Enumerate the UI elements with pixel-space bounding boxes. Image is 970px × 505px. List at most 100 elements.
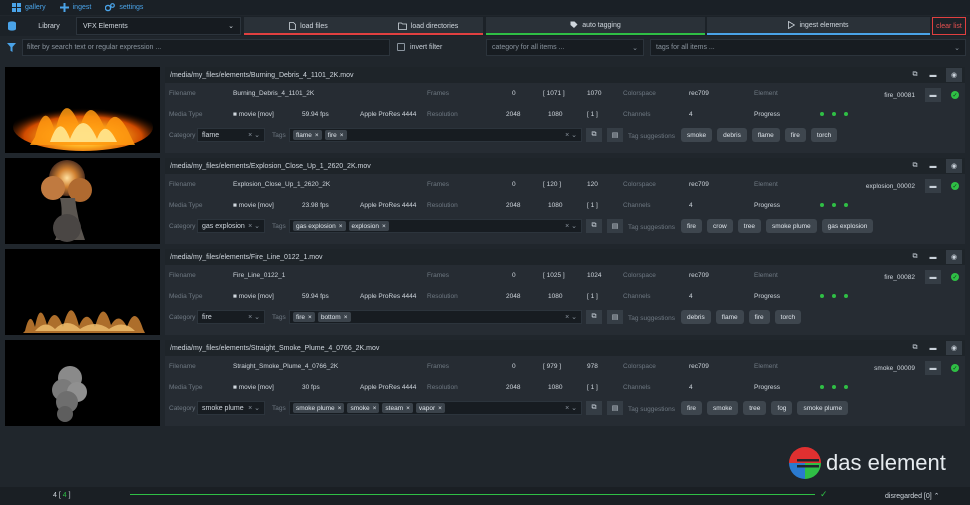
- tag-chip[interactable]: flame ×: [293, 130, 322, 140]
- open-folder-button[interactable]: ▬: [925, 341, 941, 355]
- paste-tags-button[interactable]: ▤: [607, 401, 623, 415]
- category-all-select[interactable]: category for all items ... ⌄: [486, 39, 644, 56]
- nav-gallery[interactable]: gallery: [12, 3, 46, 12]
- copy-button[interactable]: ⧉: [907, 250, 923, 264]
- nav-ingest[interactable]: ingest: [59, 3, 91, 12]
- tag-suggestion[interactable]: flame: [751, 128, 780, 142]
- tag-chip[interactable]: explosion ×: [348, 221, 389, 231]
- tag-suggestion[interactable]: crow: [707, 219, 733, 233]
- preview-button[interactable]: ◉: [946, 341, 962, 355]
- copy-tags-button[interactable]: ⧉: [586, 219, 602, 233]
- remove-tag-icon[interactable]: ×: [344, 314, 348, 321]
- filename-value[interactable]: Straight_Smoke_Plume_4_0766_2K: [233, 363, 338, 370]
- auto-tagging-button[interactable]: auto tagging: [486, 17, 705, 35]
- remove-tag-icon[interactable]: ×: [338, 405, 342, 412]
- category-select[interactable]: fire × ⌄: [197, 310, 265, 324]
- remove-tag-icon[interactable]: ×: [382, 223, 386, 230]
- tag-suggestion[interactable]: fog: [771, 401, 793, 415]
- invert-filter-checkbox[interactable]: [397, 43, 405, 51]
- thumbnail-fire-line[interactable]: [5, 249, 160, 335]
- preview-button[interactable]: ◉: [946, 68, 962, 82]
- clear-list-button[interactable]: clear list: [932, 17, 966, 35]
- tag-suggestion[interactable]: flame: [715, 310, 744, 324]
- tag-chip[interactable]: gas explosion ×: [293, 221, 346, 231]
- element-folder-button[interactable]: ▬: [925, 88, 941, 102]
- remove-tag-icon[interactable]: ×: [373, 405, 377, 412]
- remove-tag-icon[interactable]: ×: [315, 132, 319, 139]
- open-folder-button[interactable]: ▬: [925, 159, 941, 173]
- tags-input[interactable]: flame × fire × × ⌄: [289, 128, 582, 142]
- resolution-height: 1080: [548, 293, 563, 300]
- tag-suggestion[interactable]: gas explosion: [821, 219, 874, 233]
- tag-chip[interactable]: bottom ×: [317, 312, 351, 322]
- tag-suggestion[interactable]: fire: [681, 401, 703, 415]
- category-select[interactable]: flame × ⌄: [197, 128, 265, 142]
- tag-suggestion[interactable]: tree: [737, 219, 761, 233]
- tag-suggestion[interactable]: debris: [681, 310, 711, 324]
- tag-suggestion[interactable]: fire: [681, 219, 703, 233]
- filename-value[interactable]: Fire_Line_0122_1: [233, 272, 285, 279]
- preview-button[interactable]: ◉: [946, 250, 962, 264]
- tag-suggestion[interactable]: smoke: [681, 128, 713, 142]
- tag-suggestion[interactable]: smoke plume: [797, 401, 849, 415]
- paste-tags-button[interactable]: ▤: [607, 310, 623, 324]
- category-select[interactable]: smoke plume × ⌄: [197, 401, 265, 415]
- copy-icon: ⧉: [912, 253, 918, 260]
- open-folder-button[interactable]: ▬: [925, 68, 941, 82]
- search-input[interactable]: filter by search text or regular express…: [22, 39, 390, 56]
- paste-tags-button[interactable]: ▤: [607, 219, 623, 233]
- element-name[interactable]: explosion_00002: [830, 183, 915, 190]
- tag-chip[interactable]: vapor ×: [415, 403, 445, 413]
- remove-tag-icon[interactable]: ×: [340, 132, 344, 139]
- tag-chip[interactable]: fire ×: [293, 312, 315, 322]
- copy-button[interactable]: ⧉: [907, 68, 923, 82]
- remove-tag-icon[interactable]: ×: [308, 314, 312, 321]
- remove-tag-icon[interactable]: ×: [339, 223, 343, 230]
- remove-tag-icon[interactable]: ×: [438, 405, 442, 412]
- open-folder-button[interactable]: ▬: [925, 250, 941, 264]
- tags-input[interactable]: gas explosion × explosion × × ⌄: [289, 219, 582, 233]
- tag-chip[interactable]: steam ×: [382, 403, 413, 413]
- tag-chip[interactable]: fire ×: [324, 130, 347, 140]
- tag-suggestion[interactable]: smoke plume: [765, 219, 817, 233]
- tags-input[interactable]: fire × bottom × × ⌄: [289, 310, 582, 324]
- copy-button[interactable]: ⧉: [907, 159, 923, 173]
- preview-button[interactable]: ◉: [946, 159, 962, 173]
- disregarded-toggle[interactable]: disregarded [0] ⌃: [885, 492, 940, 500]
- tag-suggestion[interactable]: smoke: [707, 401, 739, 415]
- element-folder-button[interactable]: ▬: [925, 179, 941, 193]
- copy-tags-button[interactable]: ⧉: [586, 128, 602, 142]
- copy-tags-button[interactable]: ⧉: [586, 401, 602, 415]
- category-select[interactable]: gas explosion × ⌄: [197, 219, 265, 233]
- load-files-button[interactable]: load files: [244, 17, 373, 35]
- tag-suggestion[interactable]: debris: [717, 128, 747, 142]
- tags-all-select[interactable]: tags for all items ... ⌄: [650, 39, 966, 56]
- paste-tags-button[interactable]: ▤: [607, 128, 623, 142]
- invert-filter[interactable]: invert filter: [397, 43, 442, 51]
- tag-suggestion[interactable]: tree: [743, 401, 767, 415]
- element-name[interactable]: fire_00082: [830, 274, 915, 281]
- element-name[interactable]: fire_00081: [830, 92, 915, 99]
- ingest-elements-button[interactable]: ingest elements: [707, 17, 930, 35]
- nav-settings[interactable]: settings: [105, 3, 143, 12]
- filename-value[interactable]: Burning_Debris_4_1101_2K: [233, 90, 314, 97]
- tags-input[interactable]: smoke plume × smoke × steam × vapor × × ⌄: [289, 401, 582, 415]
- library-select[interactable]: VFX Elements ⌄: [76, 17, 241, 35]
- tag-suggestion[interactable]: torch: [774, 310, 802, 324]
- tag-chip[interactable]: smoke plume ×: [293, 403, 345, 413]
- element-name[interactable]: smoke_00009: [830, 365, 915, 372]
- tag-suggestion[interactable]: fire: [748, 310, 770, 324]
- tag-chip[interactable]: smoke ×: [347, 403, 380, 413]
- thumbnail-smoke-plume[interactable]: [5, 340, 160, 426]
- filename-value[interactable]: Explosion_Close_Up_1_2620_2K: [233, 181, 330, 188]
- tag-suggestion[interactable]: torch: [810, 128, 838, 142]
- tag-suggestion[interactable]: fire: [784, 128, 806, 142]
- copy-button[interactable]: ⧉: [907, 341, 923, 355]
- thumbnail-explosion[interactable]: [5, 158, 160, 244]
- thumbnail-burning-debris[interactable]: [5, 67, 160, 153]
- load-directories-button[interactable]: load directories: [373, 17, 483, 35]
- element-folder-button[interactable]: ▬: [925, 270, 941, 284]
- remove-tag-icon[interactable]: ×: [406, 405, 410, 412]
- element-folder-button[interactable]: ▬: [925, 361, 941, 375]
- copy-tags-button[interactable]: ⧉: [586, 310, 602, 324]
